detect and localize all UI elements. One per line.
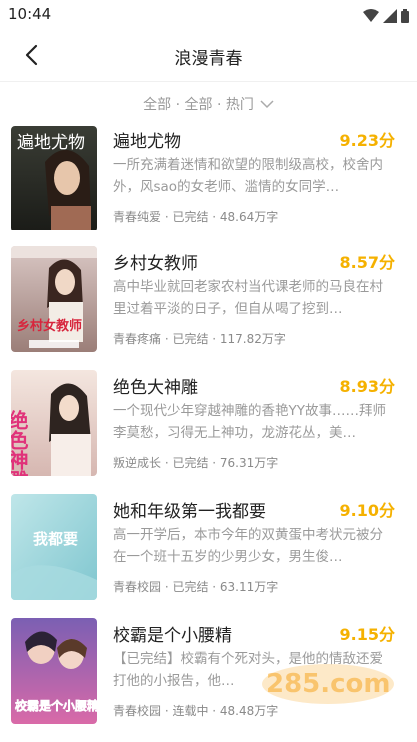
book-list: 遍地尤物 遍地尤物 9.23分 一所充满着迷情和欲望的限制级高校，校舍内外，风s…	[0, 124, 417, 742]
cover-text: 遍地尤物	[17, 133, 85, 153]
book-title[interactable]: 她和年级第一我都要	[113, 497, 266, 522]
book-cover[interactable]: 绝色神雕	[11, 370, 97, 476]
battery-icon	[401, 8, 409, 27]
cover-text: 我都要	[33, 530, 78, 548]
book-meta: 青春校园 · 已完结 · 63.11万字	[113, 580, 279, 594]
book-cover[interactable]: 校霸是个小腰精	[11, 618, 97, 724]
book-score: 9.23分	[339, 131, 395, 150]
book-meta: 青春纯爱 · 已完结 · 48.64万字	[113, 210, 279, 224]
book-item-4[interactable]: 我都要 她和年级第一我都要 9.10分 高一开学后，本市今年的双黄蛋中考状元被分…	[0, 494, 417, 604]
filter-dropdown[interactable]: 全部 · 全部 · 热门	[0, 82, 417, 126]
page-title: 浪漫青春	[174, 49, 243, 69]
book-cover[interactable]: 我都要	[11, 494, 97, 600]
book-cover[interactable]: 遍地尤物	[11, 126, 97, 232]
book-description: 高中毕业就回老家农村当代课老师的马良在村里过着平淡的日子，但自从喝了挖到…	[113, 279, 383, 317]
book-title[interactable]: 校霸是个小腰精	[113, 621, 232, 646]
status-bar: 10:44	[0, 0, 417, 30]
watermark-text: 285.com 手游网	[266, 669, 398, 699]
cover-text: 绝色神雕	[11, 409, 29, 476]
signal-icon	[383, 8, 397, 27]
book-score: 9.15分	[339, 625, 395, 644]
chevron-down-icon	[260, 99, 274, 109]
book-cover[interactable]: 乡村女教师	[11, 246, 97, 352]
book-description: 高一开学后，本市今年的双黄蛋中考状元被分在一个班十五岁的少男少女，男生俊…	[113, 527, 383, 565]
status-time: 10:44	[8, 5, 52, 23]
filter-label: 全部 · 全部 · 热门	[143, 97, 254, 113]
book-meta: 青春校园 · 连载中 · 48.48万字	[113, 704, 279, 718]
book-item-2[interactable]: 乡村女教师 乡村女教师 8.57分 高中毕业就回老家农村当代课老师的马良在村里过…	[0, 246, 417, 356]
cover-text: 校霸是个小腰精	[15, 698, 97, 713]
book-title[interactable]: 乡村女教师	[113, 249, 198, 274]
header: 浪漫青春	[0, 30, 417, 82]
book-meta: 青春疼痛 · 已完结 · 117.82万字	[113, 332, 286, 346]
book-score: 8.93分	[339, 377, 395, 396]
book-title[interactable]: 绝色大神雕	[113, 373, 198, 398]
wifi-icon	[363, 8, 379, 27]
book-description: 一个现代少年穿越神雕的香艳YY故事……拜师李莫愁，习得无上神功，龙游花丛，美…	[113, 403, 386, 441]
book-meta: 叛逆成长 · 已完结 · 76.31万字	[113, 456, 279, 470]
book-item-3[interactable]: 绝色神雕 绝色大神雕 8.93分 一个现代少年穿越神雕的香艳YY故事……拜师李莫…	[0, 370, 417, 480]
book-score: 9.10分	[339, 501, 395, 520]
watermark-logo: 285.com 手游网	[258, 658, 417, 710]
book-title[interactable]: 遍地尤物	[113, 127, 181, 152]
cover-text: 乡村女教师	[17, 318, 82, 334]
book-score: 8.57分	[339, 253, 395, 272]
book-description: 一所充满着迷情和欲望的限制级高校，校舍内外，风sao的女老师、滥情的女同学…	[113, 157, 383, 195]
book-item-1[interactable]: 遍地尤物 遍地尤物 9.23分 一所充满着迷情和欲望的限制级高校，校舍内外，风s…	[0, 124, 417, 234]
status-icons	[363, 8, 409, 27]
